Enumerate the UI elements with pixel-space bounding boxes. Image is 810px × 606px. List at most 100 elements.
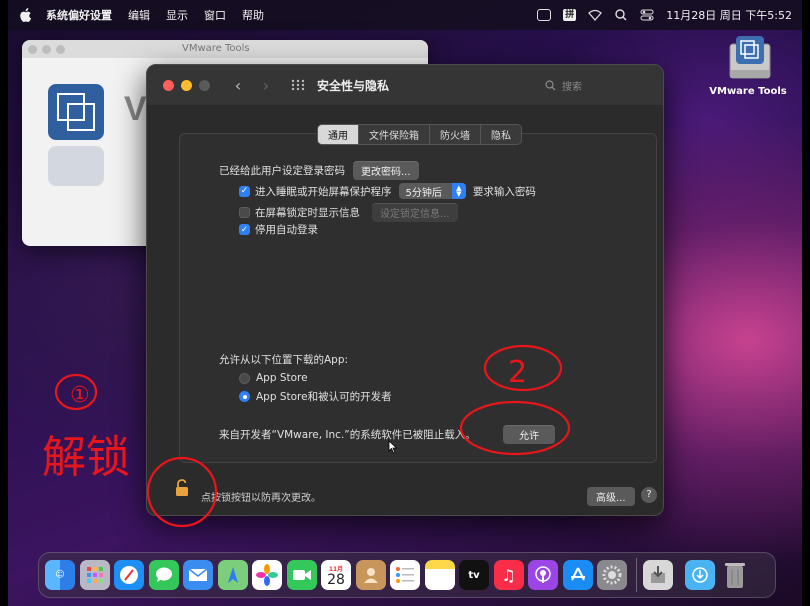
control-center-icon[interactable] xyxy=(640,9,654,21)
updown-arrows-icon: ▲ ▼ xyxy=(451,183,466,199)
step1-text: 解锁 xyxy=(42,432,130,483)
menu-edit[interactable]: 编辑 xyxy=(128,7,150,23)
tab-filevault[interactable]: 文件保险箱 xyxy=(359,125,430,144)
menu-clock[interactable]: 11月28日 周日 下午5:52 xyxy=(666,7,792,23)
photos-icon[interactable] xyxy=(252,560,282,590)
tab-bar: 通用 文件保险箱 防火墙 隐私 xyxy=(317,124,522,145)
system-preferences-icon[interactable] xyxy=(597,560,627,590)
require-password-row: ✓ 进入睡眠或开始屏幕保护程序 5分钟后 ▲ ▼ 要求输入密码 xyxy=(239,183,536,199)
password-delay-select[interactable]: 5分钟后 ▲ ▼ xyxy=(398,183,466,199)
security-privacy-window[interactable]: ‹ › 安全性与隐私 搜索 通用 文件保险箱 防火墙 隐私 已经给此用户设定登录… xyxy=(146,64,664,516)
minimize-button[interactable] xyxy=(181,79,192,91)
show-message-row: 在屏幕锁定时显示信息 设定锁定信息... xyxy=(239,203,458,222)
dock-separator xyxy=(635,558,637,592)
password-delay-value: 5分钟后 xyxy=(405,187,442,199)
safari-icon[interactable] xyxy=(114,560,144,590)
help-button[interactable]: ? xyxy=(641,487,657,503)
search-placeholder: 搜索 xyxy=(562,81,582,93)
menu-help[interactable]: 帮助 xyxy=(242,7,264,23)
forward-chevron-icon[interactable]: › xyxy=(259,76,273,95)
disable-autologin-row: ✓ 停用自动登录 xyxy=(239,222,318,237)
menu-bar: 系统偏好设置 编辑 显示 窗口 帮助 拼 11月28日 周日 下午5:52 xyxy=(8,0,802,30)
input-method-icon[interactable]: 拼 xyxy=(563,9,577,21)
vmware-close-button[interactable] xyxy=(28,44,37,54)
show-message-label: 在屏幕锁定时显示信息 xyxy=(255,207,360,219)
mail-icon[interactable] xyxy=(183,560,213,590)
tab-general[interactable]: 通用 xyxy=(318,125,359,144)
vmware-titlebar[interactable]: VMware Tools xyxy=(22,40,428,58)
password-set-text: 已经给此用户设定登录密码 xyxy=(219,165,345,177)
show-message-checkbox[interactable] xyxy=(239,207,250,218)
maps-icon[interactable] xyxy=(217,560,248,590)
set-lock-message-button[interactable]: 设定锁定信息... xyxy=(372,203,458,222)
menu-window[interactable]: 窗口 xyxy=(204,7,226,23)
installer-icon[interactable] xyxy=(642,560,673,590)
blocked-message: 来自开发者“VMware, Inc.”的系统软件已被阻止载入。 xyxy=(219,429,476,441)
advanced-button[interactable]: 高级... xyxy=(587,487,635,506)
vmware-minimize-button[interactable] xyxy=(42,44,51,54)
calendar-icon[interactable]: 11月 28 xyxy=(321,560,351,590)
search-icon xyxy=(545,79,556,90)
vmware-partial-heading: V xyxy=(124,90,147,128)
allow-button[interactable]: 允许 xyxy=(503,425,555,444)
back-chevron-icon[interactable]: ‹ xyxy=(231,76,245,95)
radio-app-store[interactable] xyxy=(239,372,250,384)
require-password-prefix: 进入睡眠或开始屏幕保护程序 xyxy=(255,185,392,198)
podcasts-icon[interactable] xyxy=(528,560,558,590)
tv-label: tv xyxy=(468,569,480,581)
blocked-message-row: 来自开发者“VMware, Inc.”的系统软件已被阻止载入。 xyxy=(219,427,476,442)
search-icon[interactable] xyxy=(614,9,628,21)
vmware-window-title: VMware Tools xyxy=(182,43,250,54)
mouse-cursor-icon xyxy=(388,440,398,454)
tab-firewall[interactable]: 防火墙 xyxy=(430,125,481,144)
menu-app-name[interactable]: 系统偏好设置 xyxy=(46,7,112,23)
music-icon[interactable]: ♫ xyxy=(493,560,524,590)
zoom-button[interactable] xyxy=(199,79,210,91)
close-button[interactable] xyxy=(163,79,174,91)
wifi-icon[interactable] xyxy=(588,9,603,21)
calendar-day: 28 xyxy=(327,571,345,588)
vmware-logo-icon xyxy=(48,84,104,140)
require-password-suffix: 要求输入密码 xyxy=(472,185,536,198)
window-toolbar: ‹ › 安全性与隐私 搜索 xyxy=(147,65,663,105)
lock-icon[interactable] xyxy=(175,479,189,497)
facetime-icon[interactable] xyxy=(286,560,317,590)
launchpad-icon[interactable] xyxy=(79,560,110,590)
notes-icon[interactable] xyxy=(424,560,455,590)
finder-icon[interactable]: ☺ xyxy=(45,560,75,590)
step1-label: ① xyxy=(70,383,90,408)
dock: ☺ 11月 28 tv ♫ xyxy=(38,552,776,598)
disable-autologin-checkbox[interactable]: ✓ xyxy=(239,224,250,235)
apple-icon[interactable] xyxy=(18,8,32,22)
lock-text: 点按锁按钮以防再次更改。 xyxy=(201,493,321,504)
vmware-tools-disk-icon[interactable] xyxy=(726,34,774,82)
trash-icon[interactable] xyxy=(720,560,750,590)
screen-mirroring-icon[interactable] xyxy=(537,9,552,21)
menu-view[interactable]: 显示 xyxy=(166,7,188,23)
vmware-logo-reflection-icon xyxy=(48,146,104,186)
radio-app-store-label[interactable]: App Store xyxy=(256,372,308,384)
radio-identified-label[interactable]: App Store和被认可的开发者 xyxy=(256,389,392,404)
tv-icon[interactable]: tv xyxy=(459,560,489,590)
radio-identified-developers[interactable] xyxy=(239,391,250,402)
search-field[interactable]: 搜索 xyxy=(545,76,645,94)
vmware-zoom-button[interactable] xyxy=(56,44,65,54)
app-store-icon[interactable] xyxy=(562,560,593,590)
password-row: 已经给此用户设定登录密码 更改密码... xyxy=(219,161,419,180)
step1-circle xyxy=(54,373,98,411)
contacts-icon[interactable] xyxy=(355,560,386,590)
allow-apps-heading-row: 允许从以下位置下载的App: xyxy=(219,352,348,367)
require-password-checkbox[interactable]: ✓ xyxy=(239,185,250,197)
downloads-folder-icon[interactable] xyxy=(685,560,715,590)
show-all-grid-icon[interactable] xyxy=(291,79,305,91)
radio-identified-row[interactable]: App Store和被认可的开发者 xyxy=(239,389,392,404)
disk-label[interactable]: VMware Tools xyxy=(708,86,788,97)
radio-app-store-row[interactable]: App Store xyxy=(239,372,308,384)
disable-autologin-label: 停用自动登录 xyxy=(255,224,318,236)
tab-privacy[interactable]: 隐私 xyxy=(481,125,521,144)
allow-apps-heading: 允许从以下位置下载的App: xyxy=(219,354,349,366)
messages-icon[interactable] xyxy=(148,560,179,590)
reminders-icon[interactable] xyxy=(390,560,420,590)
desktop: 系统偏好设置 编辑 显示 窗口 帮助 拼 11月28日 周日 下午5:52 VM… xyxy=(8,0,802,606)
change-password-button[interactable]: 更改密码... xyxy=(353,161,419,180)
